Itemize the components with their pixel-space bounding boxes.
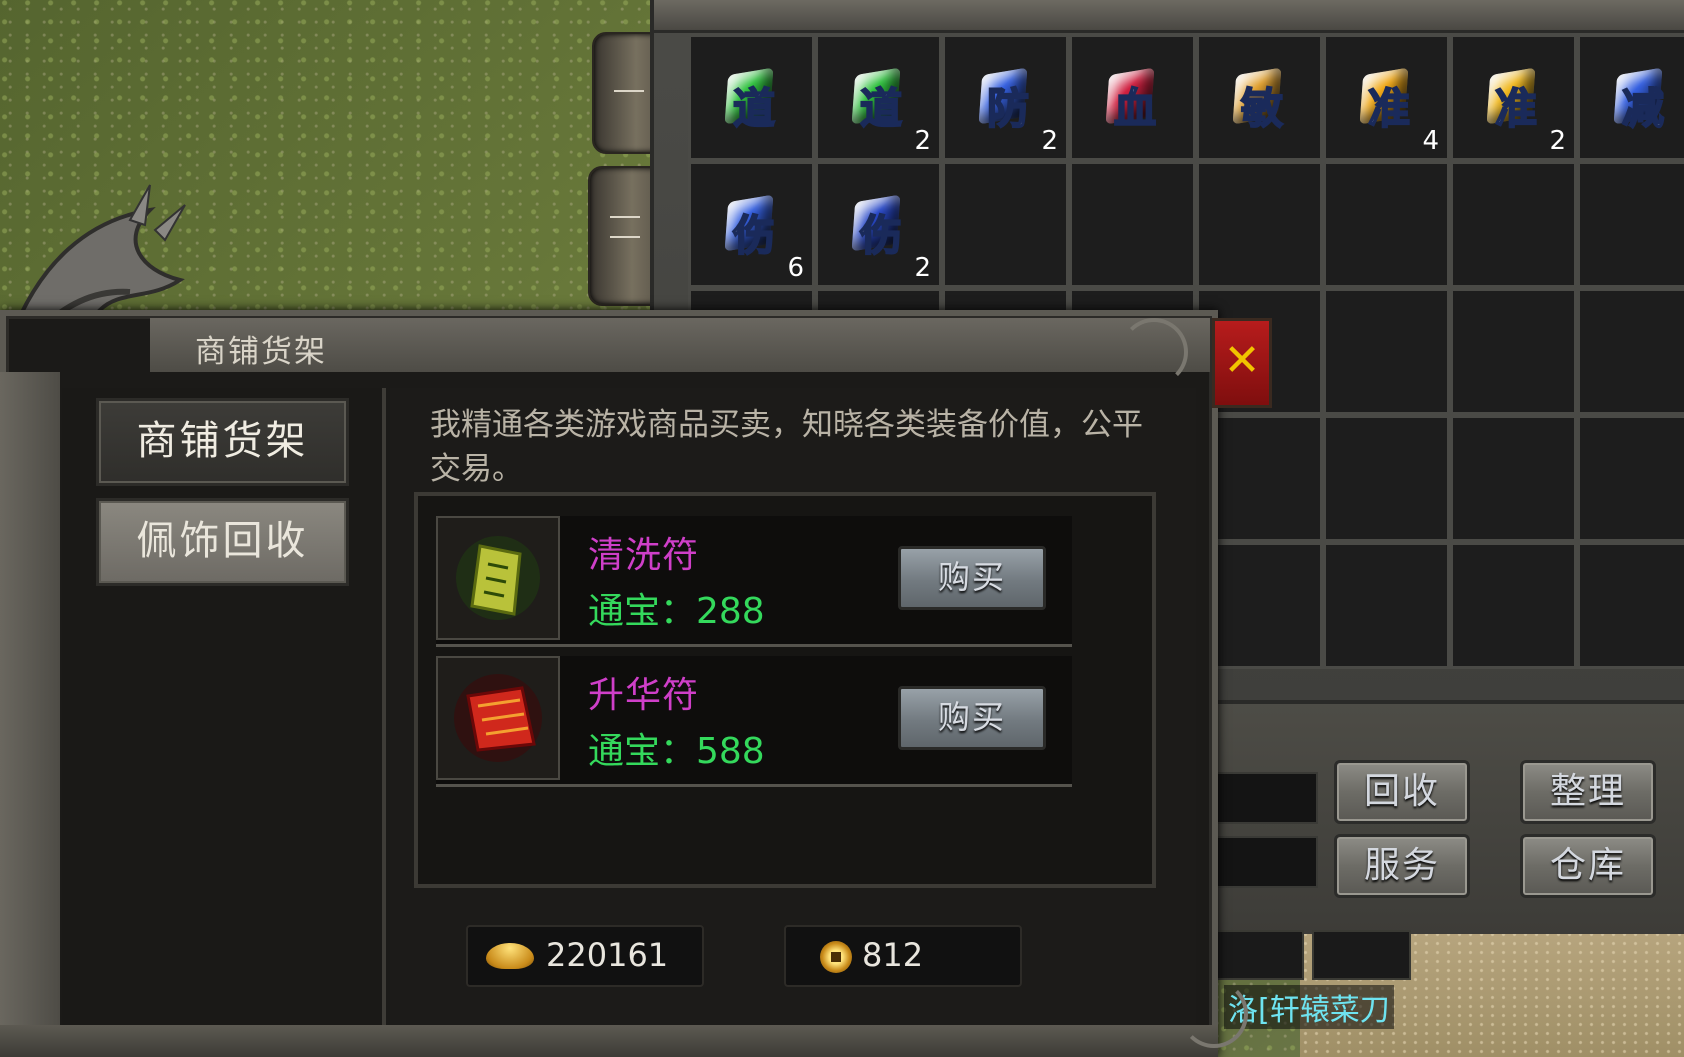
gem-stone-icon: 道 [715,61,785,134]
item-price: 通宝：588 [588,731,765,772]
inventory-info-field-1 [1214,772,1318,824]
inventory-slot[interactable] [1577,542,1684,669]
gem-type-label: 防 [986,83,1030,134]
shop-item-row: 清洗符 通宝：288 购买 [436,516,1072,647]
gem-type-label: 伤 [732,210,776,261]
stack-count: 2 [1041,126,1058,156]
inventory-slot[interactable]: 敏 [1196,34,1323,161]
sublimation-talisman-icon [436,656,560,780]
shop-left-frame [0,372,60,1057]
close-button[interactable]: ✕ [1212,318,1272,408]
stack-count: 6 [787,253,804,283]
gem-stone-icon: 准 [1477,61,1547,134]
gold-ingot-balance: 220161 [466,925,704,987]
inventory-slot[interactable]: 道2 [815,34,942,161]
inventory-slot[interactable] [1577,415,1684,542]
gem-stone-icon: 准 [1350,61,1420,134]
item-price: 通宝：288 [588,591,765,632]
inventory-slot[interactable]: 血 [1069,34,1196,161]
gem-type-label: 准 [1367,83,1411,134]
inventory-slot[interactable]: 伤2 [815,161,942,288]
equipment-name-label: 洛[轩辕菜刀 [1224,985,1394,1029]
inventory-slot[interactable]: 准4 [1323,34,1450,161]
cleanse-talisman-icon [436,516,560,640]
equip-slot-2[interactable] [1312,930,1411,980]
stack-count: 2 [1549,126,1566,156]
inventory-slot[interactable] [1577,161,1684,288]
gem-stone-icon: 伤 [715,188,785,261]
gem-stone-icon: 伤 [842,188,912,261]
inventory-slot[interactable] [1577,288,1684,415]
inventory-slot[interactable]: 减 [1577,34,1684,161]
gem-stone-icon: 敏 [1223,61,1293,134]
stack-count: 2 [914,126,931,156]
gold-ingot-icon [486,943,534,969]
inventory-slot[interactable] [1069,161,1196,288]
inventory-slot[interactable]: 准2 [1450,34,1577,161]
inventory-slot[interactable] [1450,542,1577,669]
inventory-slot[interactable] [1196,161,1323,288]
gem-type-label: 血 [1113,83,1157,134]
inventory-slot[interactable]: 道 [688,34,815,161]
item-name: 清洗符 [588,535,700,576]
tab-accessory-recycle[interactable]: 佩饰回收 [96,498,349,586]
gem-stone-icon: 减 [1604,61,1674,134]
inventory-slot[interactable] [1450,161,1577,288]
gem-type-label: 道 [859,83,903,134]
inventory-slot[interactable] [1450,288,1577,415]
gem-type-label: 道 [732,83,776,134]
gem-type-label: 准 [1494,83,1538,134]
buy-button[interactable]: 购买 [898,686,1046,750]
shop-bottom-frame [0,1025,1218,1057]
inventory-top-frame [654,0,1684,33]
coin-amount: 812 [862,936,924,974]
coin-balance: 812 [784,925,1022,987]
recycle-button[interactable]: 回收 [1334,760,1470,824]
inventory-slot[interactable]: 伤6 [688,161,815,288]
shop-item-row: 升华符 通宝：588 购买 [436,656,1072,787]
warehouse-button[interactable]: 仓库 [1520,834,1656,898]
inventory-slot[interactable] [1323,542,1450,669]
inventory-slot[interactable] [1323,288,1450,415]
inventory-slot[interactable] [942,161,1069,288]
inventory-slot[interactable] [1323,415,1450,542]
stack-count: 2 [914,253,931,283]
item-name: 升华符 [588,675,700,716]
gem-type-label: 伤 [859,210,903,261]
merchant-description: 我精通各类游戏商品买卖，知晓各类装备价值，公平交易。 [430,407,1143,487]
buy-button[interactable]: 购买 [898,546,1046,610]
tab-shop-shelf[interactable]: 商铺货架 [96,398,349,486]
frame-ornament [1120,318,1188,386]
inventory-info-field-2 [1214,836,1318,888]
inventory-slot[interactable] [1450,415,1577,542]
sort-button[interactable]: 整理 [1520,760,1656,824]
gem-stone-icon: 血 [1096,61,1166,134]
equip-slot-1[interactable] [1205,930,1304,980]
service-button[interactable]: 服务 [1334,834,1470,898]
copper-coin-icon [820,941,852,973]
gem-stone-icon: 防 [969,61,1039,134]
gold-amount: 220161 [546,936,669,974]
stack-count: 4 [1422,126,1439,156]
inventory-slot[interactable]: 防2 [942,34,1069,161]
inventory-slot[interactable] [1323,161,1450,288]
gem-type-label: 减 [1621,83,1665,134]
gem-stone-icon: 道 [842,61,912,134]
shop-title: 商铺货架 [195,334,327,370]
gem-type-label: 敏 [1240,83,1284,134]
